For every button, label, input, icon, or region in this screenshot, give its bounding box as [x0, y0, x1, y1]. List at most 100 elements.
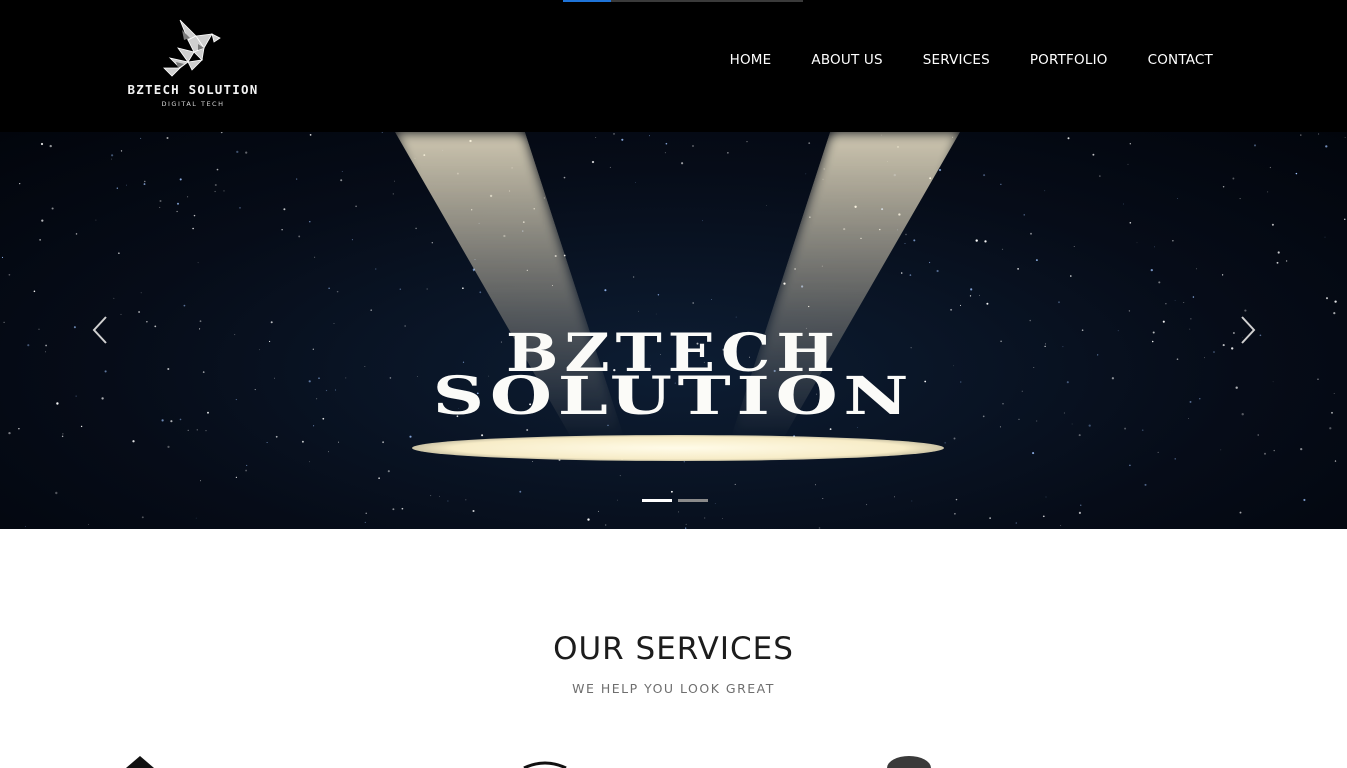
- slider-indicator-2[interactable]: [678, 499, 708, 502]
- star: [1088, 424, 1091, 427]
- star: [481, 434, 484, 437]
- star: [734, 483, 736, 485]
- star: [462, 287, 464, 290]
- star: [1078, 511, 1081, 514]
- star: [309, 461, 311, 463]
- star: [1344, 137, 1346, 138]
- star: [370, 309, 372, 311]
- star: [970, 288, 973, 291]
- star: [704, 517, 706, 519]
- star: [431, 242, 433, 244]
- star: [176, 202, 180, 205]
- star: [351, 239, 353, 241]
- nav-services[interactable]: SERVICES: [923, 52, 990, 68]
- site-logo[interactable]: BZTECH SOLUTION DIGITAL TECH: [118, 18, 268, 118]
- star: [1092, 153, 1095, 156]
- star: [866, 504, 868, 506]
- star: [1239, 198, 1241, 200]
- star: [88, 523, 89, 525]
- star: [196, 429, 198, 431]
- star: [1127, 163, 1129, 165]
- star: [392, 508, 395, 511]
- star: [1099, 175, 1101, 177]
- star: [394, 180, 396, 182]
- star: [187, 429, 189, 432]
- star: [1165, 303, 1167, 305]
- star: [587, 518, 590, 521]
- star: [426, 288, 428, 290]
- star: [236, 150, 239, 154]
- star: [205, 430, 207, 432]
- star: [365, 512, 367, 514]
- star: [214, 190, 216, 193]
- star: [111, 158, 113, 160]
- star: [1222, 186, 1225, 188]
- star: [1221, 274, 1224, 276]
- star: [1232, 177, 1235, 180]
- star: [597, 510, 599, 512]
- nav-home[interactable]: HOME: [730, 52, 772, 68]
- star: [1300, 134, 1302, 136]
- star: [894, 496, 895, 498]
- page-load-progress-fill: [563, 0, 611, 2]
- star: [1158, 281, 1161, 284]
- star: [1190, 318, 1192, 320]
- star: [199, 320, 202, 323]
- star: [401, 507, 404, 510]
- star: [120, 313, 122, 315]
- star: [364, 521, 366, 523]
- star: [969, 295, 972, 297]
- nav-about-us[interactable]: ABOUT US: [811, 52, 882, 68]
- star: [526, 429, 529, 431]
- star: [95, 219, 97, 221]
- star: [595, 137, 597, 138]
- star: [1144, 483, 1147, 486]
- star: [766, 205, 767, 206]
- star: [216, 168, 219, 171]
- site-header: BZTECH SOLUTION DIGITAL TECH HOME ABOUT …: [0, 0, 1347, 132]
- star: [382, 441, 384, 444]
- slider-prev-button[interactable]: [86, 315, 116, 345]
- nav-contact[interactable]: CONTACT: [1148, 52, 1213, 68]
- star: [61, 435, 64, 438]
- star: [665, 142, 668, 145]
- star: [604, 289, 607, 292]
- star: [1000, 183, 1002, 185]
- star: [1344, 218, 1346, 220]
- star: [1273, 449, 1275, 452]
- star: [120, 150, 123, 152]
- star: [167, 445, 170, 449]
- star: [1334, 460, 1337, 462]
- star: [938, 168, 942, 172]
- star: [1172, 240, 1174, 242]
- star: [822, 497, 824, 499]
- star: [727, 152, 729, 154]
- nav-portfolio[interactable]: PORTFOLIO: [1030, 52, 1108, 68]
- services-subtitle: WE HELP YOU LOOK GREAT: [572, 681, 775, 696]
- star: [8, 431, 11, 435]
- star: [1285, 260, 1288, 262]
- star: [1162, 320, 1165, 323]
- star: [944, 442, 946, 444]
- star: [51, 207, 54, 210]
- star: [1073, 246, 1075, 247]
- star: [936, 269, 939, 273]
- star: [900, 272, 903, 274]
- star: [80, 425, 83, 428]
- star: [532, 461, 534, 463]
- slider-next-button[interactable]: [1232, 315, 1262, 345]
- star: [1123, 203, 1124, 205]
- star: [657, 294, 660, 296]
- slider-indicator-1[interactable]: [642, 499, 672, 502]
- star: [519, 490, 522, 493]
- star: [1032, 452, 1035, 455]
- star: [692, 145, 694, 147]
- star: [1239, 511, 1242, 514]
- star: [328, 287, 330, 289]
- star: [399, 288, 402, 291]
- star: [75, 233, 78, 235]
- star: [664, 152, 666, 154]
- star: [617, 499, 618, 501]
- star: [1195, 268, 1198, 270]
- star: [953, 437, 956, 440]
